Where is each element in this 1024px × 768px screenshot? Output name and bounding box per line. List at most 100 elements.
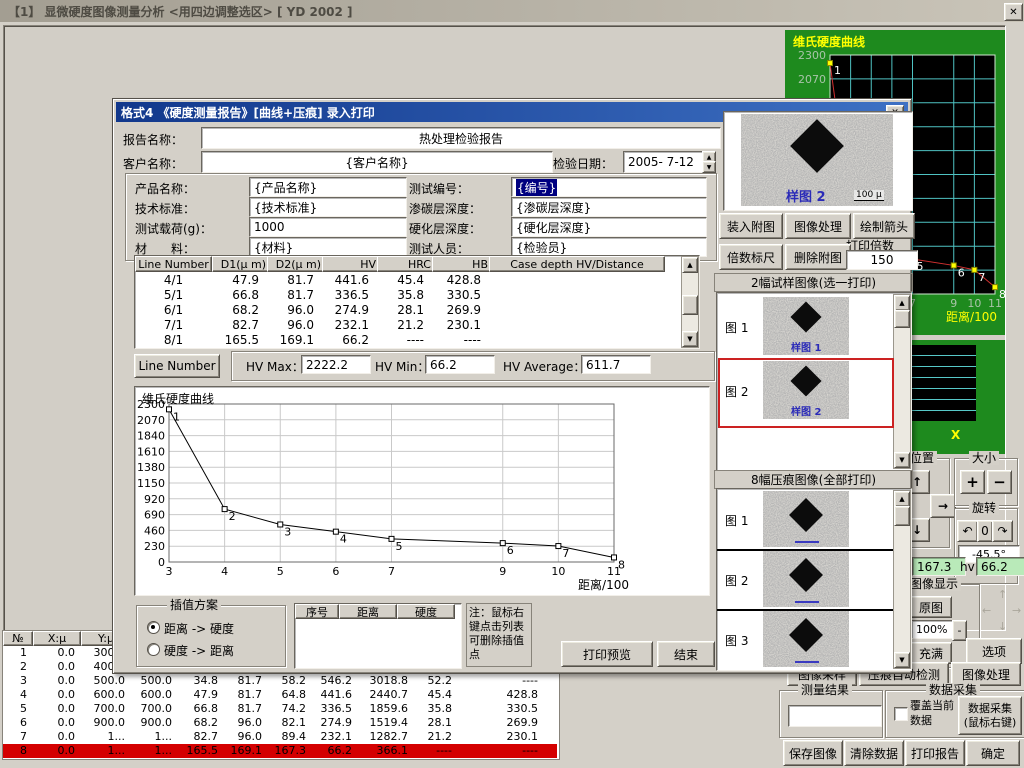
scroll-up-button[interactable]: ▲: [682, 257, 698, 273]
indent-item[interactable]: 图 3: [719, 611, 891, 667]
test-no-input[interactable]: {编号}: [511, 177, 707, 197]
pan-cross[interactable]: ↑ ← → ↓: [980, 590, 1024, 638]
bottom-table-cell: 8: [3, 744, 27, 758]
table-row[interactable]: 6/168.296.0274.928.1269.9: [135, 303, 681, 318]
print-preview-button[interactable]: 打印预览: [561, 641, 653, 667]
scroll-thumb[interactable]: [894, 506, 910, 526]
hardened-depth-input[interactable]: {硬化层深度}: [511, 217, 707, 237]
arrow-down-icon: ↓: [912, 523, 922, 537]
svg-text:9: 9: [499, 565, 506, 578]
interp-point-list[interactable]: 序号距离硬度: [294, 603, 462, 669]
table-header-6[interactable]: Case depth HV/Distance: [489, 256, 665, 272]
bottom-header-1[interactable]: X:μ: [33, 631, 81, 646]
standard-input[interactable]: {技术标准}: [249, 197, 407, 217]
test-load-input[interactable]: 1000: [249, 217, 407, 237]
sample-item[interactable]: 图 1样图 1: [719, 297, 891, 355]
delete-attachment-button[interactable]: 删除附图: [785, 244, 851, 270]
save-image-button[interactable]: 保存图像: [783, 740, 843, 766]
indent-item[interactable]: 图 1: [719, 491, 891, 547]
table-header-0[interactable]: Line Number: [135, 256, 212, 272]
scroll-thumb[interactable]: [894, 310, 910, 328]
interp-header-0[interactable]: 序号: [295, 604, 339, 619]
vertical-scrollbar[interactable]: ▲▼: [893, 294, 911, 469]
tester-input[interactable]: {检验员}: [511, 237, 707, 257]
move-right-button[interactable]: →: [930, 494, 956, 518]
scale-ruler-button[interactable]: 倍数标尺: [719, 244, 783, 270]
rotate-cw-button[interactable]: ↷: [992, 520, 1013, 542]
hv-average-field[interactable]: 611.7: [581, 355, 651, 374]
table-header-4[interactable]: HRC: [377, 256, 437, 272]
fit-button[interactable]: 充满: [910, 642, 952, 664]
end-button[interactable]: 结束: [657, 641, 715, 667]
table-row[interactable]: 5/166.881.7336.535.8330.5: [135, 288, 681, 303]
bottom-table-row[interactable]: 40.0600.0600.047.981.764.8441.62440.745.…: [3, 688, 557, 702]
acquire-button[interactable]: 数据采集 (鼠标右键): [958, 696, 1022, 735]
inspect-date-label: 检验日期：: [553, 155, 613, 172]
carburized-depth-input[interactable]: {渗碳层深度}: [511, 197, 707, 217]
bottom-table-row[interactable]: 60.0900.0900.068.296.082.1274.91519.428.…: [3, 716, 557, 730]
scroll-down-button[interactable]: ▼: [894, 652, 910, 668]
image-process-button-dlg[interactable]: 图像处理: [785, 213, 851, 239]
interp-header-1[interactable]: 距离: [339, 604, 397, 619]
scroll-up-button[interactable]: ▲: [894, 295, 910, 311]
radio-hv-to-dist[interactable]: [147, 643, 160, 656]
hardness-table: Line NumberD1(μ m)D2(μ m)HVHRCHBCase dep…: [134, 255, 700, 349]
table-header-2[interactable]: D2(μ m): [267, 256, 327, 272]
carburized-depth-value: {渗碳层深度}: [516, 199, 591, 216]
bottom-table-cell: 500.0: [81, 674, 125, 688]
table-cell: 230.1: [432, 318, 481, 332]
line-number-button[interactable]: Line Number: [134, 354, 220, 378]
hv-min-field[interactable]: 66.2: [425, 355, 495, 374]
ok-button[interactable]: 确定: [966, 740, 1020, 766]
material-input[interactable]: {材料}: [249, 237, 407, 257]
print-zoom-field[interactable]: 150: [846, 250, 918, 270]
print-report-button[interactable]: 打印报告: [905, 740, 965, 766]
scroll-thumb[interactable]: [682, 295, 698, 315]
table-header-5[interactable]: HB: [432, 256, 494, 272]
radio-dist-to-hv[interactable]: [147, 621, 160, 634]
inspect-date-input[interactable]: 2005- 7-12: [623, 151, 711, 173]
table-row[interactable]: 4/147.981.7441.645.4428.8: [135, 273, 681, 288]
svg-text:10: 10: [551, 565, 565, 578]
overwrite-checkbox[interactable]: [894, 707, 908, 721]
hv-min-value: 66.2: [430, 358, 457, 372]
original-size-button[interactable]: 原图: [910, 596, 952, 618]
standard-label: 技术标准：: [135, 200, 195, 217]
arrow-up-icon: ↑: [912, 475, 922, 489]
load-attachment-button[interactable]: 装入附图: [719, 213, 783, 239]
scroll-down-button[interactable]: ▼: [894, 452, 910, 468]
table-row[interactable]: 7/182.796.0232.121.2230.1: [135, 318, 681, 333]
size-plus-button[interactable]: +: [960, 470, 985, 494]
bottom-table-row[interactable]: 50.0700.0700.066.881.774.2336.51859.635.…: [3, 702, 557, 716]
vertical-scrollbar[interactable]: ▲▼: [893, 490, 911, 669]
zoom-minus-button[interactable]: -: [952, 620, 967, 641]
size-minus-button[interactable]: −: [987, 470, 1012, 494]
options-button[interactable]: 选项: [966, 638, 1022, 664]
bottom-table-row[interactable]: 70.01...1...82.796.089.4232.11282.721.22…: [3, 730, 557, 744]
measure-result-field[interactable]: [788, 705, 882, 727]
clear-data-button[interactable]: 清除数据: [844, 740, 904, 766]
table-header-1[interactable]: D1(μ m): [212, 256, 272, 272]
bottom-table-row[interactable]: 30.0500.0500.034.881.758.2546.23018.852.…: [3, 674, 557, 688]
product-name-input[interactable]: {产品名称}: [249, 177, 407, 197]
table-header-3[interactable]: HV: [322, 256, 382, 272]
bottom-table-row[interactable]: 80.01...1...165.5169.1167.366.2366.1----…: [3, 744, 557, 758]
indent-item[interactable]: 图 2: [719, 551, 891, 607]
interp-header-2[interactable]: 硬度: [397, 604, 455, 619]
customer-name-input[interactable]: {客户名称}: [201, 151, 553, 173]
rotate-ccw-button[interactable]: ↶: [957, 520, 978, 542]
bottom-table-cell: 274.9: [312, 716, 352, 730]
date-spin-down-button[interactable]: ▼: [702, 161, 716, 173]
bottom-table-cell: 5: [3, 702, 27, 716]
report-name-input[interactable]: 热处理检验报告: [201, 127, 721, 149]
window-close-button[interactable]: ✕: [1004, 3, 1023, 21]
scroll-up-button[interactable]: ▲: [894, 491, 910, 507]
bottom-header-0[interactable]: №: [3, 631, 33, 646]
scroll-down-button[interactable]: ▼: [682, 331, 698, 347]
vertical-scrollbar[interactable]: ▲▼: [681, 256, 699, 348]
table-cell: 4/1: [135, 273, 212, 287]
draw-arrow-button[interactable]: 绘制箭头: [853, 213, 915, 239]
hv-max-field[interactable]: 2222.2: [301, 355, 371, 374]
rotate-zero-button[interactable]: 0: [977, 520, 993, 542]
table-row[interactable]: 8/1165.5169.166.2--------: [135, 333, 681, 348]
